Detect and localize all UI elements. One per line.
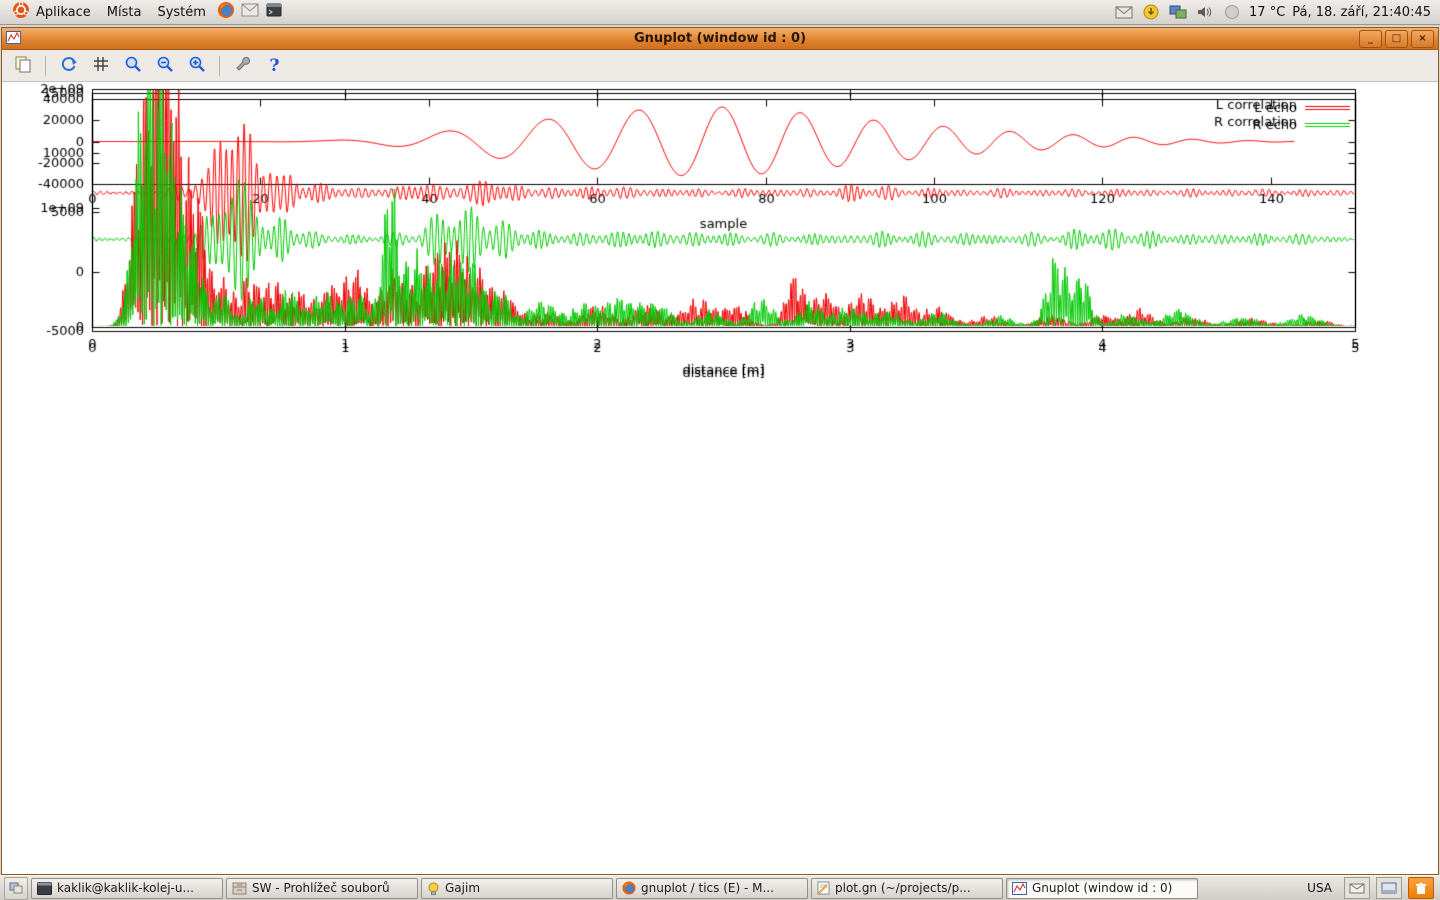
replot-button[interactable] [56,53,81,78]
update-icon[interactable] [1141,2,1161,22]
file-manager-icon [232,882,247,895]
gnuplot-window: Gnuplot (window id : 0) _ □ × [1,27,1439,875]
grid-icon [93,56,109,76]
toolbar-separator [45,56,46,76]
maximize-button[interactable]: □ [1385,30,1408,48]
menu-applications[interactable]: Aplikace [5,0,98,25]
mail-launcher[interactable] [239,1,261,23]
zoom-next-button[interactable] [152,53,177,78]
toolbar-separator [219,56,220,76]
gnuplot-window-icon [6,29,21,48]
window-controls: _ □ × [1359,30,1438,48]
firefox-icon [217,1,235,23]
task-label: plot.gn (~/projects/p... [835,881,971,895]
system-tray: 17 °C Pá, 18. září, 21:40:45 [1114,2,1435,22]
menu-places-label: Místa [107,5,142,20]
text-editor-icon [817,881,830,895]
menu-places[interactable]: Místa [100,3,149,22]
firefox-launcher[interactable] [215,1,237,23]
clock[interactable]: Pá, 18. září, 21:40:45 [1292,5,1431,20]
task-label: Gnuplot (window id : 0) [1032,881,1172,895]
mail-tray-button[interactable] [1344,877,1370,899]
zoom-previous-icon [124,55,142,77]
terminal-icon [37,882,52,895]
config-icon [234,55,252,77]
trash-button[interactable] [1408,877,1434,899]
copy-icon [14,55,32,77]
mail-tray-icon [1349,883,1365,894]
weather-icon[interactable] [1222,2,1242,22]
volume-icon[interactable] [1195,2,1215,22]
task-label: SW - Prohlížeč souborů [252,881,390,895]
show-desktop-button[interactable] [4,877,28,900]
gajim-icon [427,882,440,895]
gnuplot-icon [1012,882,1027,895]
titlebar[interactable]: Gnuplot (window id : 0) _ □ × [2,28,1438,50]
menu-system[interactable]: Systém [150,3,212,22]
keyboard-layout-indicator[interactable]: USA [1301,879,1338,897]
close-button[interactable]: × [1411,30,1434,48]
help-icon: ? [270,56,280,76]
copy-button[interactable] [10,53,35,78]
replot-icon [60,55,78,77]
task-firefox[interactable]: gnuplot / tics (E) - M... [616,878,808,899]
menu-applications-label: Aplikace [36,5,91,20]
menu-system-label: Systém [157,5,205,20]
network-icon[interactable] [1168,2,1188,22]
terminal-launcher[interactable] [263,1,285,23]
help-button[interactable]: ? [262,53,287,78]
firefox-icon [622,881,636,895]
taskbar-tray: USA [1301,877,1436,899]
minimize-button[interactable]: _ [1359,30,1382,48]
zoom-reset-button[interactable] [184,53,209,78]
panel-tray-button[interactable] [1376,877,1402,899]
trash-icon [1415,882,1427,895]
task-label: gnuplot / tics (E) - M... [641,881,774,895]
toolbar: ? [2,50,1438,82]
zoom-reset-icon [188,55,206,77]
window-title: Gnuplot (window id : 0) [2,31,1438,46]
task-label: Gajim [445,881,480,895]
task-terminal[interactable]: kaklik@kaklik-kolej-u... [31,878,223,899]
temperature-indicator[interactable]: 17 °C [1249,5,1285,20]
correlation-plot-canvas[interactable] [2,82,1438,392]
mail-notifier-icon[interactable] [1114,2,1134,22]
zoom-previous-button[interactable] [120,53,145,78]
config-button[interactable] [230,53,255,78]
task-gajim[interactable]: Gajim [421,878,613,899]
zoom-next-icon [156,55,174,77]
mail-launcher-icon [241,3,259,21]
top-panel: Aplikace Místa Systém [0,0,1440,25]
task-gnuplot[interactable]: Gnuplot (window id : 0) [1006,878,1198,899]
terminal-launcher-icon [266,3,282,21]
task-label: kaklik@kaklik-kolej-u... [57,881,194,895]
task-editor[interactable]: plot.gn (~/projects/p... [811,878,1003,899]
taskbar: kaklik@kaklik-kolej-u... SW - Prohlížeč … [0,875,1440,900]
plot-area [2,82,1438,874]
grid-button[interactable] [88,53,113,78]
ubuntu-logo-icon [12,1,30,23]
task-file-manager[interactable]: SW - Prohlížeč souborů [226,878,418,899]
show-desktop-icon [9,882,23,894]
panel-tray-icon [1381,882,1397,894]
